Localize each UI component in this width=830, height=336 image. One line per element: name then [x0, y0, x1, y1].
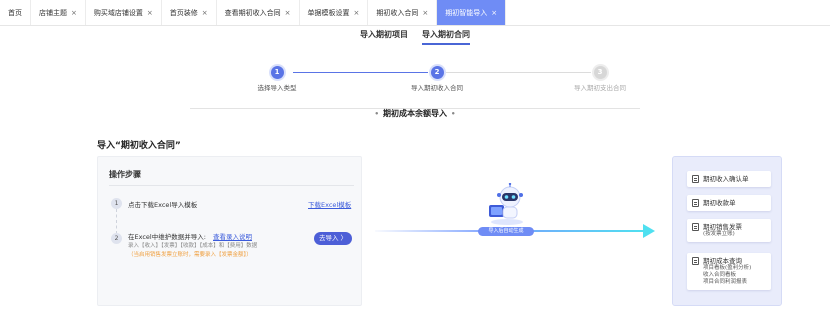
- tab-label: 首页装修: [169, 8, 198, 17]
- tab-3[interactable]: 首页装修 ×: [162, 0, 217, 25]
- tab-label: 查看期初收入合同: [224, 8, 281, 17]
- subtab-import-contracts[interactable]: 导入期初合同: [422, 29, 470, 45]
- close-icon[interactable]: ×: [202, 9, 208, 17]
- doc-line: 项目合同利润报表: [703, 279, 748, 285]
- step-select-type: 1 选择导入类型: [227, 66, 327, 92]
- close-icon[interactable]: ×: [422, 9, 428, 17]
- flow-arrow-head: [643, 224, 655, 238]
- close-icon[interactable]: ×: [491, 9, 497, 17]
- operation-steps-card: 操作步骤 1 点击下载Excel导入模板 下载Excel模板 2 在Excel中…: [97, 156, 362, 306]
- tab-1[interactable]: 店铺主题 ×: [31, 0, 86, 25]
- close-icon[interactable]: ×: [71, 9, 77, 17]
- download-template-link[interactable]: 下载Excel模板: [308, 199, 351, 209]
- tab-4[interactable]: 查看期初收入合同 ×: [217, 0, 300, 25]
- tab-5[interactable]: 单据模板设置 ×: [300, 0, 369, 25]
- doc-income-confirmation: 期初收入确认单: [687, 171, 771, 187]
- step-3-number: 3: [593, 66, 607, 79]
- ops-step-2-number: 2: [111, 233, 122, 244]
- tab-label: 期初收入合同: [376, 8, 419, 17]
- ops-step-2-subtext: 录入【收入】【发票】【收款】【成本】和【费用】数据: [128, 243, 258, 249]
- ops-title: 操作步骤: [109, 170, 141, 179]
- document-icon: [692, 199, 699, 207]
- doc-title: 期初成本查询: [703, 257, 742, 265]
- document-icon: [692, 223, 699, 231]
- doc-line: 收入合同看板: [703, 272, 737, 278]
- section-dot-left: •: [374, 110, 379, 118]
- document-icon: [692, 175, 699, 183]
- doc-line: 项目看板(盈利分析): [703, 265, 752, 271]
- go-import-button[interactable]: 去导入 〉: [314, 232, 352, 245]
- step-1-label: 选择导入类型: [257, 84, 297, 92]
- tab-7[interactable]: 期初智能导入 ×: [437, 0, 507, 25]
- step-1-number: 1: [270, 66, 284, 79]
- close-icon[interactable]: ×: [147, 9, 153, 17]
- close-icon[interactable]: ×: [285, 9, 291, 17]
- tab-2[interactable]: 购买域店铺设置 ×: [86, 0, 162, 25]
- ops-separator: [109, 185, 354, 186]
- robot-icon: [489, 183, 523, 225]
- step-2-number: 2: [430, 66, 444, 79]
- generated-documents-panel: 期初收入确认单 期初收款单 期初销售发票 (按发票立账) 期初成本查询 项目看板…: [672, 156, 782, 306]
- tab-0[interactable]: 首页: [0, 0, 31, 25]
- ops-step-1-text: 点击下载Excel导入模板: [128, 201, 198, 209]
- step-2-label: 导入期初收入合同: [411, 84, 463, 92]
- tab-label: 首页: [8, 8, 22, 17]
- ops-step-1-number: 1: [111, 198, 122, 209]
- close-icon[interactable]: ×: [354, 9, 360, 17]
- step-import-income-contract: 2 导入期初收入合同: [387, 66, 487, 92]
- doc-sales-invoice: 期初销售发票 (按发票立账): [687, 219, 771, 242]
- tab-label: 店铺主题: [39, 8, 67, 17]
- subtab-import-projects[interactable]: 导入期初项目: [360, 29, 408, 45]
- section-title-text: 期初成本余额导入: [383, 109, 447, 118]
- doc-cost-query: 期初成本查询 项目看板(盈利分析) 收入合同看板 项目合同利润报表: [687, 253, 771, 290]
- tab-label: 单据模板设置: [307, 8, 350, 17]
- import-title: 导入“期初收入合同”: [97, 141, 181, 151]
- step-3-label: 导入期初支出合同: [574, 84, 626, 92]
- doc-title: 期初收入确认单: [703, 175, 749, 183]
- step-import-expense-contract: 3 导入期初支出合同: [550, 66, 650, 92]
- ops-step-2-text: 在Excel中维护数据并导入:: [128, 233, 206, 241]
- view-instructions-link[interactable]: 查看录入说明: [213, 231, 252, 241]
- section-title: • 期初成本余额导入 •: [0, 101, 830, 120]
- tab-label: 购买域店铺设置: [93, 8, 143, 17]
- doc-receipt: 期初收款单: [687, 195, 771, 211]
- ops-step-connector: [116, 209, 117, 234]
- doc-subtitle: (按发票立账): [703, 231, 735, 237]
- auto-generate-label: 导入后自动生成: [478, 227, 534, 236]
- tab-6[interactable]: 期初收入合同 ×: [368, 0, 438, 25]
- section-dot-right: •: [451, 110, 456, 118]
- ops-step-2-warning: （当启用销售发票立账时，需要录入【发票金额】）: [128, 252, 252, 258]
- doc-title: 期初收款单: [703, 199, 736, 207]
- doc-title: 期初销售发票: [703, 223, 742, 231]
- tab-label: 期初智能导入: [445, 8, 488, 17]
- sub-tabs: 导入期初项目 导入期初合同: [0, 29, 830, 45]
- tab-bar: 首页 店铺主题 × 购买域店铺设置 × 首页装修 × 查看期初收入合同 × 单据模板设置 × 期初收入…: [0, 0, 830, 26]
- document-icon: [692, 257, 699, 265]
